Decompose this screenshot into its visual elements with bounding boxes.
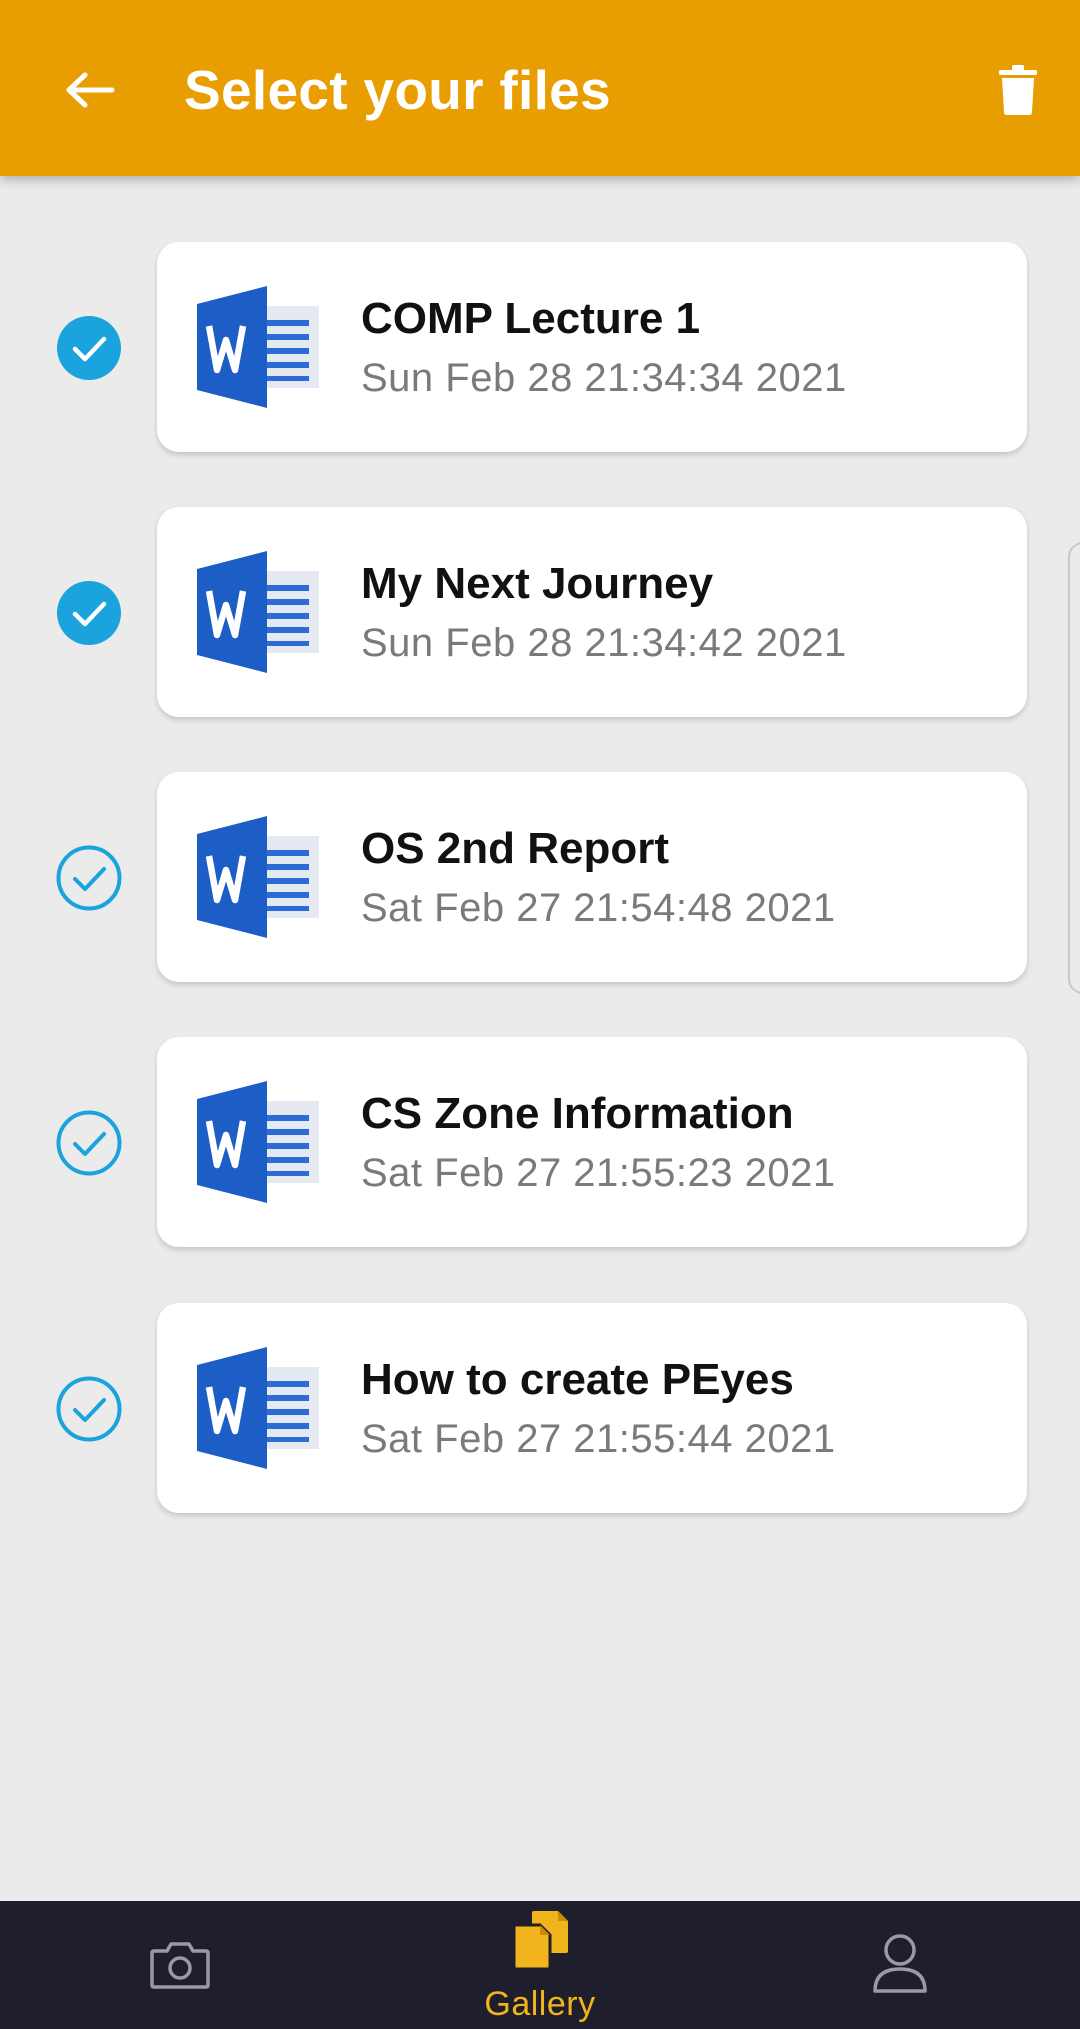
file-date: Sat Feb 27 21:55:44 2021 [361, 1417, 836, 1461]
file-row[interactable]: CS Zone Information Sat Feb 27 21:55:23 … [0, 1037, 1080, 1249]
nav-camera[interactable] [130, 1901, 230, 2029]
gallery-files-icon [512, 1911, 568, 1971]
file-row[interactable]: OS 2nd Report Sat Feb 27 21:54:48 2021 [0, 772, 1080, 984]
nav-profile[interactable] [850, 1901, 950, 2029]
page-title: Select your files [184, 59, 611, 121]
file-date: Sat Feb 27 21:54:48 2021 [361, 886, 836, 930]
file-card[interactable]: OS 2nd Report Sat Feb 27 21:54:48 2021 [157, 772, 1027, 982]
check-outline-icon[interactable] [56, 1376, 122, 1442]
file-name: My Next Journey [361, 559, 714, 608]
file-row[interactable]: How to create PEyes Sat Feb 27 21:55:44 … [0, 1303, 1080, 1515]
file-date: Sun Feb 28 21:34:42 2021 [361, 621, 847, 665]
file-name: CS Zone Information [361, 1089, 794, 1138]
check-filled-icon[interactable] [56, 315, 122, 381]
file-card[interactable]: How to create PEyes Sat Feb 27 21:55:44 … [157, 1303, 1027, 1513]
trash-icon [999, 65, 1037, 115]
check-outline-icon[interactable] [56, 1110, 122, 1176]
file-row[interactable]: My Next Journey Sun Feb 28 21:34:42 2021 [0, 507, 1080, 719]
camera-icon [150, 1942, 210, 1989]
scroll-edge-indicator [1068, 542, 1080, 994]
file-row[interactable]: COMP Lecture 1 Sun Feb 28 21:34:34 2021 [0, 242, 1080, 454]
file-date: Sun Feb 28 21:34:34 2021 [361, 356, 847, 400]
back-button[interactable] [58, 58, 122, 122]
app-bar: Select your files [0, 0, 1080, 176]
app-root: Select your files COMP Lecture 1 Sun Feb… [0, 0, 1080, 2029]
file-name: OS 2nd Report [361, 824, 670, 873]
word-document-icon [197, 551, 319, 673]
check-filled-icon[interactable] [56, 580, 122, 646]
word-document-icon [197, 1081, 319, 1203]
arrow-left-icon [66, 72, 115, 108]
check-outline-icon[interactable] [56, 845, 122, 911]
file-card[interactable]: My Next Journey Sun Feb 28 21:34:42 2021 [157, 507, 1027, 717]
bottom-navigation: Gallery [0, 1901, 1080, 2029]
file-date: Sat Feb 27 21:55:23 2021 [361, 1151, 836, 1195]
file-name: COMP Lecture 1 [361, 294, 701, 343]
delete-button[interactable] [990, 58, 1046, 122]
file-card[interactable]: CS Zone Information Sat Feb 27 21:55:23 … [157, 1037, 1027, 1247]
word-document-icon [197, 1347, 319, 1469]
nav-gallery-label: Gallery [484, 1985, 596, 2023]
nav-gallery[interactable]: Gallery [460, 1901, 620, 2029]
file-card[interactable]: COMP Lecture 1 Sun Feb 28 21:34:34 2021 [157, 242, 1027, 452]
word-document-icon [197, 286, 319, 408]
file-name: How to create PEyes [361, 1355, 794, 1404]
word-document-icon [197, 816, 319, 938]
user-profile-icon [873, 1934, 927, 1993]
